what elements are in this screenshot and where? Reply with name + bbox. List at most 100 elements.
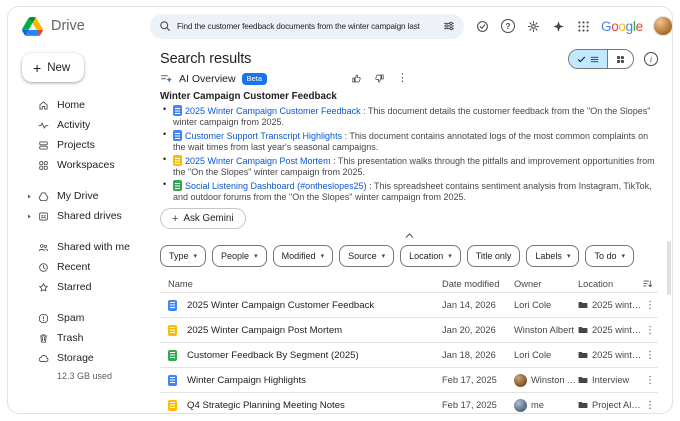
table-row[interactable]: 2025 Winter Campaign Customer Feedback J…	[160, 292, 658, 317]
sidebar-item-recent[interactable]: Recent	[20, 257, 154, 277]
sidebar-item-storage[interactable]: Storage	[20, 348, 154, 368]
filter-chip-people[interactable]: People▾	[212, 245, 267, 267]
activity-icon	[38, 120, 49, 131]
search-bar[interactable]: Find the customer feedback documents fro…	[150, 14, 464, 39]
drive-home-link[interactable]: Drive	[22, 17, 150, 36]
settings-gear-icon[interactable]	[527, 20, 540, 33]
new-button[interactable]: + New	[22, 53, 84, 82]
owner-cell: Lori Cole	[514, 300, 578, 310]
ai-overview-item: Customer Support Transcript Highlights :…	[160, 130, 658, 152]
sidebar-item-shared-with-me[interactable]: Shared with me	[20, 237, 154, 257]
expand-caret-icon[interactable]	[26, 193, 33, 200]
expand-caret-icon[interactable]	[26, 213, 33, 220]
spam-icon	[38, 313, 49, 324]
sidebar-item-spam[interactable]: Spam	[20, 308, 154, 328]
table-row[interactable]: Q4 Strategic Planning Meeting Notes Feb …	[160, 392, 658, 414]
chevron-down-icon: ▾	[254, 253, 258, 260]
filter-chip-location[interactable]: Location▾	[400, 245, 461, 267]
filter-chip-title-only[interactable]: Title only	[467, 245, 521, 267]
thumbs-up-icon[interactable]	[351, 73, 362, 84]
location-cell[interactable]: Interview	[578, 375, 642, 385]
filter-chip-type[interactable]: Type▾	[160, 245, 206, 267]
ai-doc-link[interactable]: Customer Support Transcript Highlights	[185, 131, 342, 141]
ask-gemini-button[interactable]: + Ask Gemini	[160, 208, 246, 229]
column-header-location[interactable]: Location	[578, 279, 642, 289]
clock-icon	[38, 262, 49, 273]
owner-avatar	[514, 374, 527, 387]
column-header-name[interactable]: Name	[160, 279, 442, 289]
help-glyph: ?	[506, 22, 511, 31]
owner-cell: Winston Albert	[514, 374, 578, 387]
help-icon[interactable]: ?	[501, 19, 515, 33]
sidebar-item-workspaces[interactable]: Workspaces	[20, 155, 154, 175]
filter-chip-to-do[interactable]: To do▾	[585, 245, 634, 267]
column-header-date-modified[interactable]: Date modified	[442, 279, 514, 289]
search-input[interactable]: Find the customer feedback documents fro…	[177, 22, 437, 31]
grid-view-toggle[interactable]	[607, 50, 633, 68]
filter-chip-modified[interactable]: Modified▾	[273, 245, 334, 267]
location-cell[interactable]: 2025 winter campaign	[578, 300, 642, 310]
offline-status-icon[interactable]	[476, 20, 489, 33]
more-options-button[interactable]: ⋮	[642, 400, 658, 411]
column-header-owner[interactable]: Owner	[514, 279, 578, 289]
file-name: Customer Feedback By Segment (2025)	[187, 350, 359, 361]
chevron-down-icon: ▾	[621, 253, 625, 260]
more-options-button[interactable]: ⋮	[642, 325, 658, 336]
filter-chip-labels[interactable]: Labels▾	[526, 245, 579, 267]
ai-doc-link[interactable]: Social Listening Dashboard (#ontheslopes…	[185, 181, 367, 191]
title-row: Search results i	[160, 49, 658, 69]
account-avatar[interactable]	[653, 16, 673, 36]
owner-cell: Winston Albert	[514, 325, 578, 335]
table-row[interactable]: Winter Campaign Highlights Feb 17, 2025 …	[160, 367, 658, 392]
ai-doc-link[interactable]: 2025 Winter Campaign Post Mortem	[185, 156, 331, 166]
plus-icon: +	[33, 61, 41, 75]
my-drive-icon	[38, 191, 49, 202]
sidebar-item-my-drive[interactable]: My Drive	[20, 186, 154, 206]
more-options-button[interactable]: ⋮	[642, 350, 658, 361]
app-name: Drive	[51, 18, 85, 34]
sidebar-item-trash[interactable]: Trash	[20, 328, 154, 348]
trash-icon	[38, 333, 49, 344]
sidebar-item-activity[interactable]: Activity	[20, 115, 154, 135]
slides-file-icon	[168, 325, 177, 336]
thumbs-down-icon[interactable]	[374, 73, 385, 84]
location-cell[interactable]: 2025 winter campaign	[578, 350, 642, 360]
list-view-icon	[590, 55, 599, 64]
location-cell[interactable]: Project Alpha	[578, 400, 642, 410]
filter-chip-source[interactable]: Source▾	[339, 245, 394, 267]
table-header-row: Name Date modified Owner Location	[160, 275, 658, 292]
sidebar-item-projects[interactable]: Projects	[20, 135, 154, 155]
chevron-down-icon: ▾	[382, 253, 386, 260]
docs-file-icon	[168, 300, 177, 311]
storage-used-label: 12.3 GB used	[57, 371, 154, 381]
ai-overview-item: 2025 Winter Campaign Post Mortem : This …	[160, 155, 658, 177]
ai-overview-item: Social Listening Dashboard (#ontheslopes…	[160, 180, 658, 202]
folder-icon	[578, 325, 588, 335]
scrollbar-thumb[interactable]	[667, 241, 671, 295]
more-options-button[interactable]: ⋮	[642, 375, 658, 386]
chevron-down-icon: ▾	[194, 253, 198, 260]
docs-file-icon	[168, 375, 177, 386]
grid-view-icon	[616, 55, 625, 64]
ai-more-options-icon[interactable]: ⋮	[397, 73, 408, 84]
ai-doc-link[interactable]: 2025 Winter Campaign Customer Feedback	[185, 106, 361, 116]
apps-grid-icon[interactable]	[577, 20, 590, 33]
sheets-file-icon	[173, 180, 182, 191]
collapse-ai-overview[interactable]	[160, 231, 658, 239]
gemini-sparkle-icon[interactable]	[552, 20, 565, 33]
more-options-button[interactable]: ⋮	[642, 300, 658, 311]
table-row[interactable]: Customer Feedback By Segment (2025) Jan …	[160, 342, 658, 367]
sidebar-item-home[interactable]: Home	[20, 95, 154, 115]
details-info-icon[interactable]: i	[644, 52, 658, 66]
search-filters-tune-icon[interactable]	[443, 20, 455, 32]
chevron-down-icon: ▾	[321, 253, 325, 260]
sort-icon[interactable]	[642, 278, 653, 289]
sidebar: + New Home Activity Projects W	[8, 45, 154, 413]
sidebar-item-starred[interactable]: Starred	[20, 277, 154, 297]
location-cell[interactable]: 2025 winter campaign	[578, 325, 642, 335]
sheets-file-icon	[168, 350, 177, 361]
table-row[interactable]: 2025 Winter Campaign Post Mortem Jan 20,…	[160, 317, 658, 342]
list-view-toggle[interactable]	[569, 50, 607, 68]
sidebar-item-shared-drives[interactable]: Shared drives	[20, 206, 154, 226]
ai-overview-icon	[160, 72, 173, 85]
